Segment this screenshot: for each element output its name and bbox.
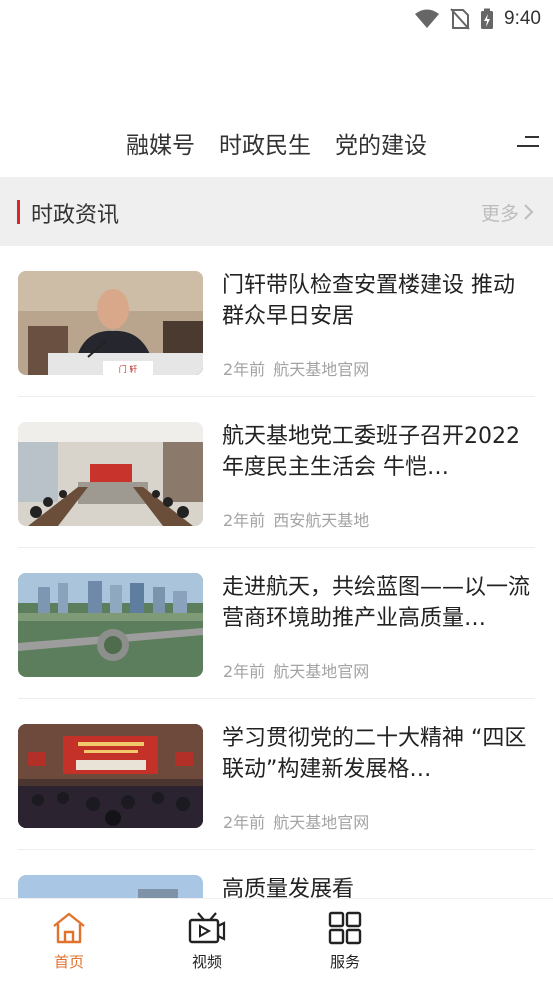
nav-home[interactable]: 首页 <box>34 911 104 972</box>
news-thumbnail-lecture-hall <box>18 724 203 828</box>
menu-icon[interactable] <box>515 132 541 152</box>
home-icon[interactable] <box>34 911 104 945</box>
news-item[interactable]: 学习贯彻党的二十大精神 “四区联动”构建新发展格… 2年前 航天基地官网 <box>18 699 535 850</box>
news-title[interactable]: 走进航天，共绘蓝图——以一流营商环境助推产业高质量… <box>222 572 535 634</box>
nav-video-label: 视频 <box>191 953 222 971</box>
news-meta: 2年前 航天基地官网 <box>223 356 369 380</box>
news-title[interactable]: 门轩带队检查安置楼建设 推动群众早日安居 <box>222 270 535 332</box>
nav-video[interactable]: 视频 <box>172 911 242 972</box>
nav-service[interactable]: 服务 <box>310 911 380 972</box>
news-item[interactable]: 门 轩 门轩带队检查安置楼建设 推动群众早日安居 2年前 航天基地官网 <box>18 246 535 397</box>
svg-text:门 轩: 门 轩 <box>119 364 138 374</box>
news-meta: 2年前 航天基地官网 <box>223 809 369 833</box>
status-time: 9:40 <box>504 8 541 29</box>
more-link[interactable]: 更多 <box>481 199 519 226</box>
news-time: 2年前 <box>223 662 266 681</box>
news-thumbnail-conference-room <box>18 422 203 526</box>
nav-service-label: 服务 <box>329 953 360 971</box>
tab-rongmeihao[interactable]: 融媒号 <box>126 126 195 160</box>
news-thumbnail-meeting-speaker: 门 轩 <box>18 271 203 375</box>
tab-shizheng-minsheng[interactable]: 时政民生 <box>219 126 311 160</box>
channel-tabs: 融媒号 时政民生 党的建设 <box>0 120 553 164</box>
wifi-icon <box>414 9 440 29</box>
battery-charging-icon <box>480 8 494 30</box>
news-meta: 2年前 西安航天基地 <box>223 507 369 531</box>
bottom-nav: 首页 视频 服务 <box>0 898 553 983</box>
section-header: 时政资讯 更多 <box>0 177 553 246</box>
news-time: 2年前 <box>223 360 266 379</box>
news-source: 航天基地官网 <box>273 360 370 379</box>
news-time: 2年前 <box>223 511 266 530</box>
news-title[interactable]: 学习贯彻党的二十大精神 “四区联动”构建新发展格… <box>222 723 535 785</box>
news-meta: 2年前 航天基地官网 <box>223 658 369 682</box>
news-title[interactable]: 航天基地党工委班子召开2022年度民主生活会 牛恺… <box>222 421 535 483</box>
grid-icon[interactable] <box>310 911 380 945</box>
news-item[interactable]: 航天基地党工委班子召开2022年度民主生活会 牛恺… 2年前 西安航天基地 <box>18 397 535 548</box>
news-thumbnail-city-aerial <box>18 573 203 677</box>
news-source: 航天基地官网 <box>273 662 370 681</box>
news-source: 航天基地官网 <box>273 813 370 832</box>
section-title: 时政资讯 <box>31 203 120 228</box>
news-time: 2年前 <box>223 813 266 832</box>
news-item[interactable]: 走进航天，共绘蓝图——以一流营商环境助推产业高质量… 2年前 航天基地官网 <box>18 548 535 699</box>
news-source: 西安航天基地 <box>273 511 370 530</box>
tab-dang-de-jianshe[interactable]: 党的建设 <box>335 126 427 160</box>
app-screen: 9:40 融媒号 时政民生 党的建设 时政资讯 更多 门 轩 门轩带队检查安置楼… <box>0 0 553 983</box>
no-sim-icon <box>450 8 470 30</box>
section-accent-bar <box>17 200 20 224</box>
video-icon[interactable] <box>172 911 242 945</box>
nav-home-label: 首页 <box>53 953 84 971</box>
status-bar: 9:40 <box>0 0 553 38</box>
chevron-right-icon[interactable] <box>523 203 535 225</box>
